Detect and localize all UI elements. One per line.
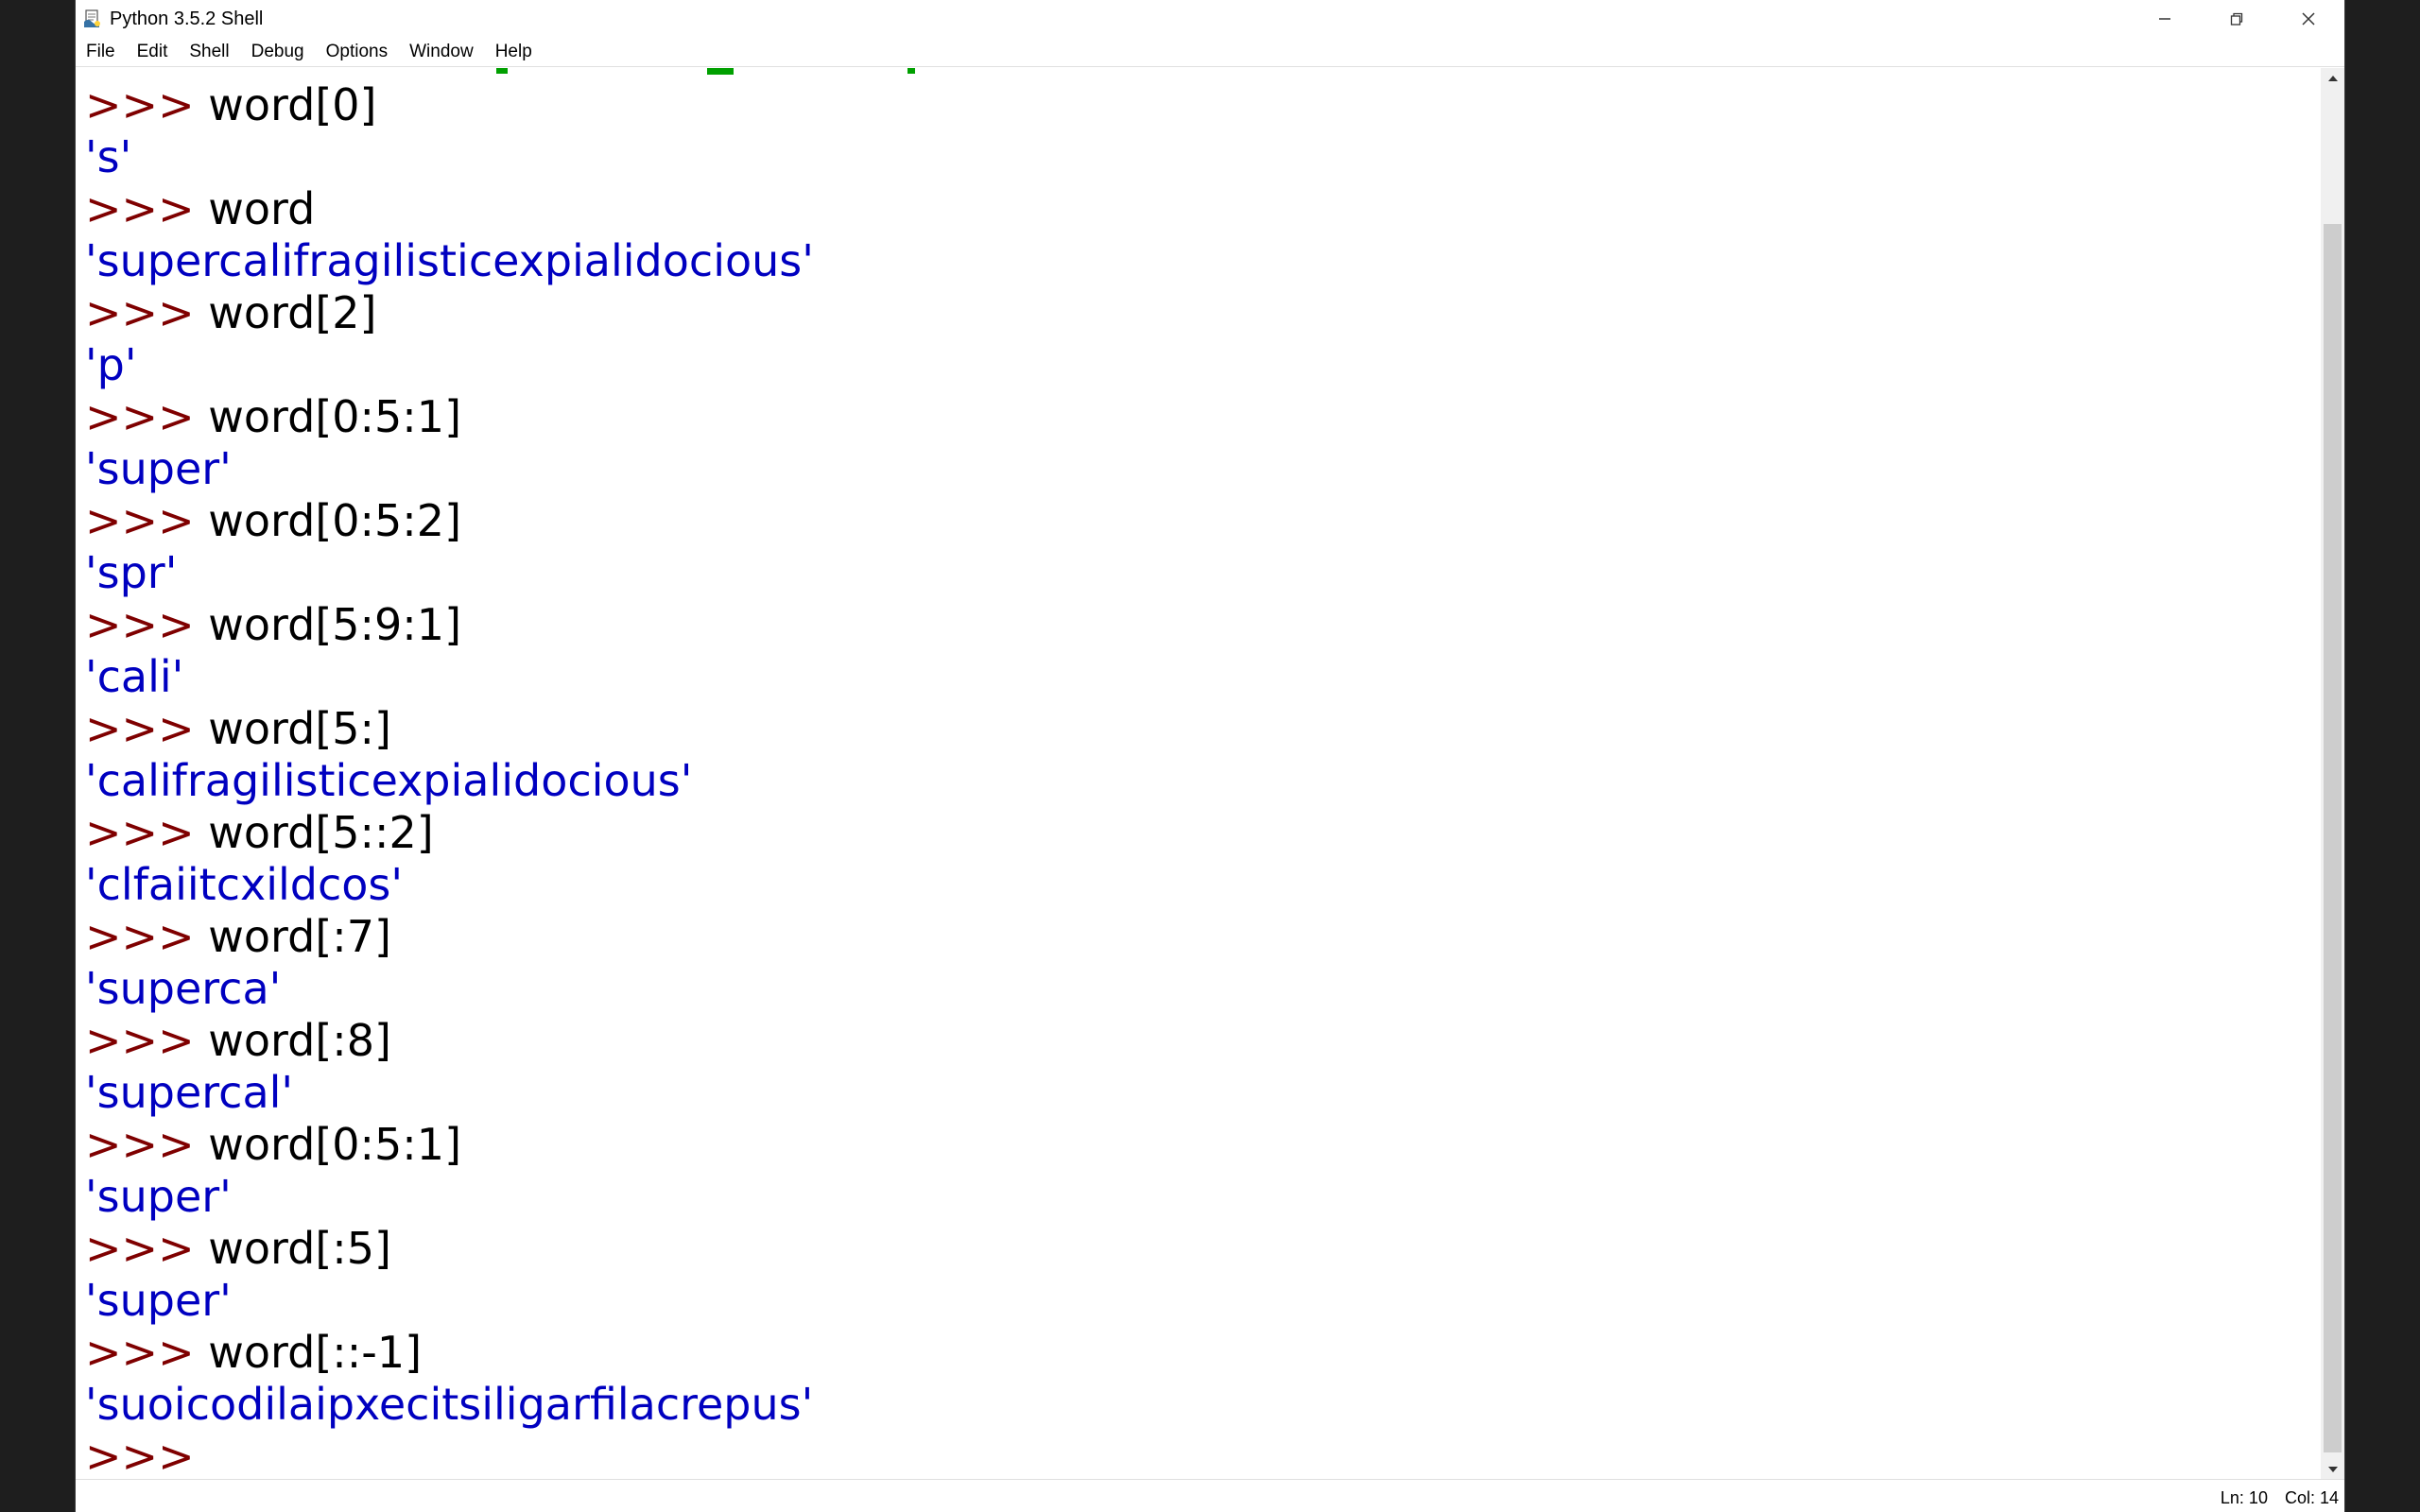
shell-output-line: 'suoicodilaipxecitsiligarfilacrepus': [85, 1379, 814, 1431]
menu-debug[interactable]: Debug: [241, 38, 316, 66]
shell-prompt: >>>: [85, 1223, 209, 1274]
shell-input-line: >>> word[2]: [85, 287, 814, 339]
menu-window[interactable]: Window: [399, 38, 485, 66]
shell-prompt: >>>: [85, 1327, 209, 1378]
arrow-down-icon: [2327, 1467, 2338, 1472]
shell-input-text: word[5::2]: [208, 807, 434, 858]
shell-input-line: >>> word[0:5:1]: [85, 391, 814, 443]
shell-output-line: 'p': [85, 339, 814, 391]
title-bar[interactable]: Python 3.5.2 Shell: [76, 0, 2344, 38]
shell-prompt: >>>: [85, 1431, 209, 1480]
shell-input-line: >>> word[0]: [85, 79, 814, 131]
shell-input-text: word[0:5:1]: [208, 1119, 462, 1170]
shell-output-line: 'super': [85, 1171, 814, 1223]
shell-output-line: 'supercalifragilisticexpialidocious': [85, 235, 814, 287]
shell-input-line: >>> word[::-1]: [85, 1327, 814, 1379]
shell-output-line: 'super': [85, 443, 814, 495]
status-line-number: Ln: 10: [2220, 1488, 2268, 1507]
shell-input-text: word[0:5:1]: [208, 391, 462, 442]
shell-output-text: 'supercalifragilisticexpialidocious': [85, 235, 814, 286]
shell-input-line: >>> word[:5]: [85, 1223, 814, 1275]
shell-prompt: >>>: [85, 911, 209, 962]
restore-icon: [2230, 12, 2243, 26]
scroll-down-button[interactable]: [2321, 1459, 2344, 1480]
window-controls: [2129, 0, 2344, 38]
shell-input-text: word[:8]: [208, 1015, 391, 1066]
shell-prompt: >>>: [85, 1119, 209, 1170]
status-column-number: Col: 14: [2284, 1488, 2339, 1507]
menu-edit[interactable]: Edit: [127, 38, 180, 66]
shell-output-line: 'superca': [85, 963, 814, 1015]
shell-output-text: 'super': [85, 1275, 232, 1326]
scrollbar-thumb[interactable]: [2324, 224, 2342, 1452]
close-icon: [2302, 12, 2315, 26]
shell-output-text: 'cali': [85, 651, 184, 702]
shell-input-text: word[:7]: [208, 911, 391, 962]
shell-prompt: >>>: [85, 183, 209, 234]
shell-input-text: word[:5]: [208, 1223, 391, 1274]
shell-output-line: 's': [85, 131, 814, 183]
shell-input-line: >>>: [85, 1431, 814, 1480]
shell-input-line: >>> word[5:9:1]: [85, 599, 814, 651]
python-idle-icon: [81, 8, 104, 30]
shell-input-text: word[5:9:1]: [208, 599, 462, 650]
idle-shell-window: Python 3.5.2 Shell File Edit Shell Debug…: [76, 0, 2344, 1512]
shell-output-line: 'califragilisticexpialidocious': [85, 755, 814, 807]
minimize-icon: [2159, 18, 2170, 20]
shell-prompt: >>>: [85, 79, 209, 130]
shell-input-text: word[::-1]: [208, 1327, 423, 1378]
close-button[interactable]: [2273, 0, 2344, 38]
shell-output-line: 'super': [85, 1275, 814, 1327]
shell-prompt: >>>: [85, 391, 209, 442]
shell-prompt: >>>: [85, 599, 209, 650]
shell-input-line: >>> word[0:5:2]: [85, 495, 814, 547]
shell-input-line: >>> word[5:]: [85, 703, 814, 755]
shell-input-text: word[5:]: [208, 703, 391, 754]
menu-file[interactable]: File: [76, 38, 127, 66]
shell-output-text: 'clfaiitcxildcos': [85, 859, 404, 910]
shell-output-text: 'spr': [85, 547, 178, 598]
shell-prompt: >>>: [85, 495, 209, 546]
shell-prompt: >>>: [85, 287, 209, 338]
shell-output-text: 'p': [85, 339, 137, 390]
shell-output-text: 'superca': [85, 963, 282, 1014]
shell-input-line: >>> word[:7]: [85, 911, 814, 963]
window-title: Python 3.5.2 Shell: [110, 8, 264, 29]
shell-prompt: >>>: [85, 1015, 209, 1066]
menu-options[interactable]: Options: [316, 38, 399, 66]
shell-output-line: 'clfaiitcxildcos': [85, 859, 814, 911]
menu-bar: File Edit Shell Debug Options Window Hel…: [76, 38, 2344, 67]
shell-input-line: >>> word: [85, 183, 814, 235]
shell-text-area[interactable]: >>> word[0]'s' >>> word'supercalifragilis…: [76, 68, 2321, 1480]
shell-lines: >>> word[0]'s' >>> word'supercalifragilis…: [85, 79, 814, 1480]
shell-output-text: 'super': [85, 1171, 232, 1222]
scroll-up-button[interactable]: [2321, 68, 2344, 89]
shell-input-line: >>> word[0:5:1]: [85, 1119, 814, 1171]
shell-prompt: >>>: [85, 807, 209, 858]
status-bar: Ln: 10 Col: 14: [76, 1479, 2344, 1512]
shell-input-line: >>> word[5::2]: [85, 807, 814, 859]
shell-input-text: word[0:5:2]: [208, 495, 462, 546]
shell-output-line: 'cali': [85, 651, 814, 703]
menu-shell[interactable]: Shell: [179, 38, 240, 66]
shell-input-line: >>> word[:8]: [85, 1015, 814, 1067]
vertical-scrollbar[interactable]: [2321, 68, 2344, 1480]
shell-output-text: 'califragilisticexpialidocious': [85, 755, 693, 806]
restore-button[interactable]: [2201, 0, 2273, 38]
shell-output-text: 'supercal': [85, 1067, 294, 1118]
shell-output-text: 'super': [85, 443, 232, 494]
shell-input-text: word[0]: [208, 79, 377, 130]
shell-prompt: >>>: [85, 703, 209, 754]
shell-input-text: word[2]: [208, 287, 377, 338]
shell-output-text: 's': [85, 131, 132, 182]
shell-input-text: word: [208, 183, 316, 234]
shell-output-text: 'suoicodilaipxecitsiligarfilacrepus': [85, 1379, 814, 1430]
arrow-up-icon: [2327, 76, 2338, 81]
shell-output-line: 'supercal': [85, 1067, 814, 1119]
shell-output-line: 'spr': [85, 547, 814, 599]
minimize-button[interactable]: [2129, 0, 2201, 38]
menu-help[interactable]: Help: [485, 38, 544, 66]
